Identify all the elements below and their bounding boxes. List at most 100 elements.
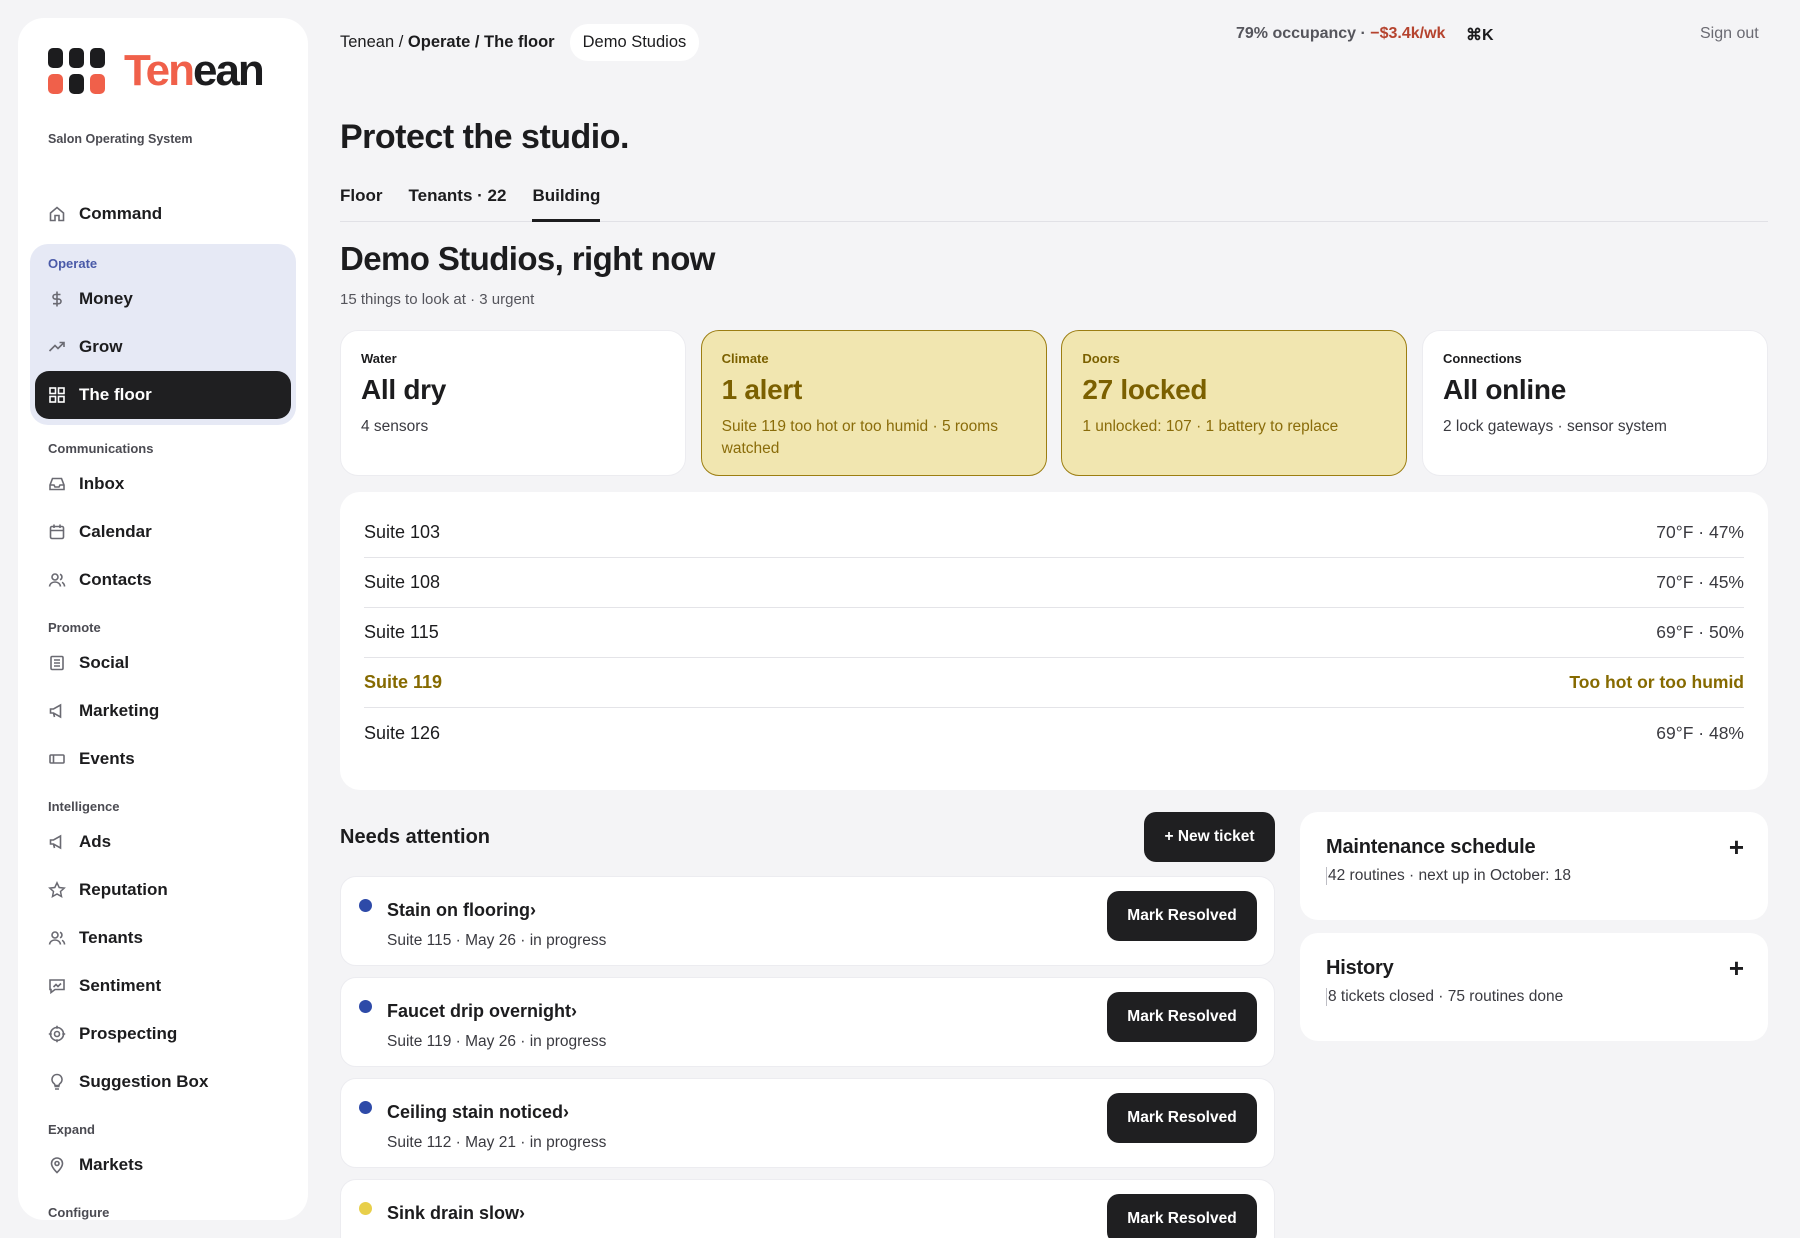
sidebar-item-label: Events [79,749,135,768]
needs-attention-title: Needs attention [340,826,491,848]
status-dot [359,899,372,912]
card-label: Water [361,351,397,366]
ticket-card[interactable]: Stain on flooring› Suite 115 · May 26 · … [340,876,1275,966]
ticket-title[interactable]: Ceiling stain noticed› [387,1102,569,1123]
command-palette-shortcut[interactable]: ⌘K [1466,25,1494,45]
card-value: All online [1442,374,1566,405]
tab-building[interactable]: Building [532,182,601,222]
status-card-water[interactable]: Water All dry 4 sensors [340,330,686,476]
breadcrumb-page: The floor [484,33,555,51]
room-climate-list: Suite 103 70°F · 47% Suite 108 70°F · 45… [340,492,1768,790]
room-row-alert[interactable]: Suite 119 Too hot or too humid [364,658,1744,708]
expand-plus-icon[interactable]: + [1729,832,1744,863]
page-title: Protect the studio. [340,118,629,156]
sidebar-item-the-floor[interactable]: The floor [35,371,291,419]
room-reading: 69°F · 48% [1656,722,1744,743]
card-value: 27 locked [1082,374,1208,405]
tab-bar: Floor Tenants · 22 Building [340,182,1768,222]
ticket-card[interactable]: Faucet drip overnight› Suite 119 · May 2… [340,977,1275,1067]
expand-plus-icon[interactable]: + [1729,953,1744,984]
group-label-promote: Promote [48,620,101,635]
room-name: Suite 103 [364,522,441,542]
room-row[interactable]: Suite 108 70°F · 45% [364,558,1744,608]
nav-group-expand: Expand Markets [30,1112,296,1189]
mark-resolved-button[interactable]: Mark Resolved [1107,891,1257,941]
grid-icon [48,386,66,404]
maintenance-schedule-panel[interactable]: Maintenance schedule 42 routines · next … [1300,812,1768,920]
history-panel[interactable]: History 8 tickets closed · 75 routines d… [1300,933,1768,1041]
home-icon [48,205,66,223]
status-card-doors[interactable]: Doors 27 locked 1 unlocked: 107 · 1 batt… [1061,330,1408,476]
breadcrumb-separator: / [394,33,408,51]
sidebar-item-suggestion-box[interactable]: Suggestion Box [30,1058,296,1106]
ticket-title[interactable]: Sink drain slow› [387,1203,525,1224]
mark-resolved-button[interactable]: Mark Resolved [1107,1194,1257,1238]
card-value: All dry [361,374,447,405]
sidebar-item-label: Suggestion Box [79,1072,209,1091]
card-detail: 4 sensors [361,418,429,435]
sign-out-link[interactable]: Sign out [1700,25,1759,43]
room-row[interactable]: Suite 126 69°F · 48% [364,708,1744,758]
card-value: 1 alert [721,374,803,405]
sidebar-item-reputation[interactable]: Reputation [30,866,296,914]
card-detail: Suite 119 too hot or too humid · 5 rooms… [721,418,998,458]
status-card-climate[interactable]: Climate 1 alert Suite 119 too hot or too… [700,330,1047,476]
sidebar-item-prospecting[interactable]: Prospecting [30,1010,296,1058]
sidebar-item-contacts[interactable]: Contacts [30,556,296,604]
ticket-card[interactable]: Sink drain slow› Mark Resolved [340,1179,1275,1238]
sidebar-item-money[interactable]: Money [35,275,291,323]
panel-title: History [1326,957,1394,979]
tab-floor[interactable]: Floor [340,182,383,222]
room-row[interactable]: Suite 103 70°F · 47% [364,508,1744,558]
section-title: Demo Studios, right now [340,240,715,277]
ticket-list: Stain on flooring› Suite 115 · May 26 · … [340,876,1275,1238]
sidebar-item-label: Calendar [79,522,152,541]
nav-group-promote: Promote Social Marketing Events [30,610,296,783]
mark-resolved-button[interactable]: Mark Resolved [1107,1093,1257,1143]
sidebar-item-label: Inbox [79,474,125,493]
nav-group-configure: Configure [30,1195,296,1220]
room-name: Suite 126 [364,722,441,743]
sidebar-item-markets[interactable]: Markets [30,1141,296,1189]
status-dot [359,1000,372,1013]
workspace-switcher[interactable]: Demo Studios [569,24,700,61]
sidebar-item-marketing[interactable]: Marketing [30,687,296,735]
sidebar-item-ads[interactable]: Ads [30,818,296,866]
breadcrumb-root[interactable]: Tenean [340,33,394,52]
group-label-expand: Expand [48,1122,95,1137]
brand-logo[interactable]: Tenean [48,46,265,95]
trend-up-icon [48,338,66,356]
breadcrumb-separator: / [470,33,485,51]
sidebar-item-sentiment[interactable]: Sentiment [30,962,296,1010]
room-reading: Too hot or too humid [1569,672,1744,692]
breadcrumb-section[interactable]: Operate [408,33,470,52]
sidebar-item-events[interactable]: Events [30,735,296,783]
sidebar-item-inbox[interactable]: Inbox [30,460,296,508]
sidebar-item-social[interactable]: Social [30,639,296,687]
document-icon [48,654,66,672]
status-card-connections[interactable]: Connections All online 2 lock gateways ·… [1421,330,1768,476]
brand-name: Tenean [124,46,265,95]
ticket-icon [48,750,66,768]
tab-tenants[interactable]: Tenants · 22 [409,182,507,222]
room-name: Suite 108 [364,572,441,592]
sidebar-item-label: Command [79,204,163,223]
sidebar-item-label: Grow [79,337,123,356]
people-icon [48,571,66,589]
sidebar-item-command[interactable]: Command [30,190,296,238]
group-label-intelligence: Intelligence [48,799,120,814]
ticket-title[interactable]: Faucet drip overnight› [387,1001,577,1022]
sidebar-item-label: Contacts [79,570,152,589]
new-ticket-button[interactable]: + New ticket [1144,812,1275,862]
sidebar-item-calendar[interactable]: Calendar [30,508,296,556]
sidebar-item-tenants[interactable]: Tenants [30,914,296,962]
ticket-card[interactable]: Ceiling stain noticed› Suite 112 · May 2… [340,1078,1275,1168]
room-row[interactable]: Suite 115 69°F · 50% [364,608,1744,658]
group-label-operate: Operate [48,256,98,271]
sidebar-item-label: Social [79,653,130,672]
mark-resolved-button[interactable]: Mark Resolved [1107,992,1257,1042]
sidebar: Tenean Salon Operating System Command Op… [18,18,308,1220]
occupancy-summary[interactable]: 79% occupancy · −$3.4k/wk [1236,25,1445,43]
sidebar-item-grow[interactable]: Grow [35,323,291,371]
ticket-title[interactable]: Stain on flooring› [387,900,536,921]
